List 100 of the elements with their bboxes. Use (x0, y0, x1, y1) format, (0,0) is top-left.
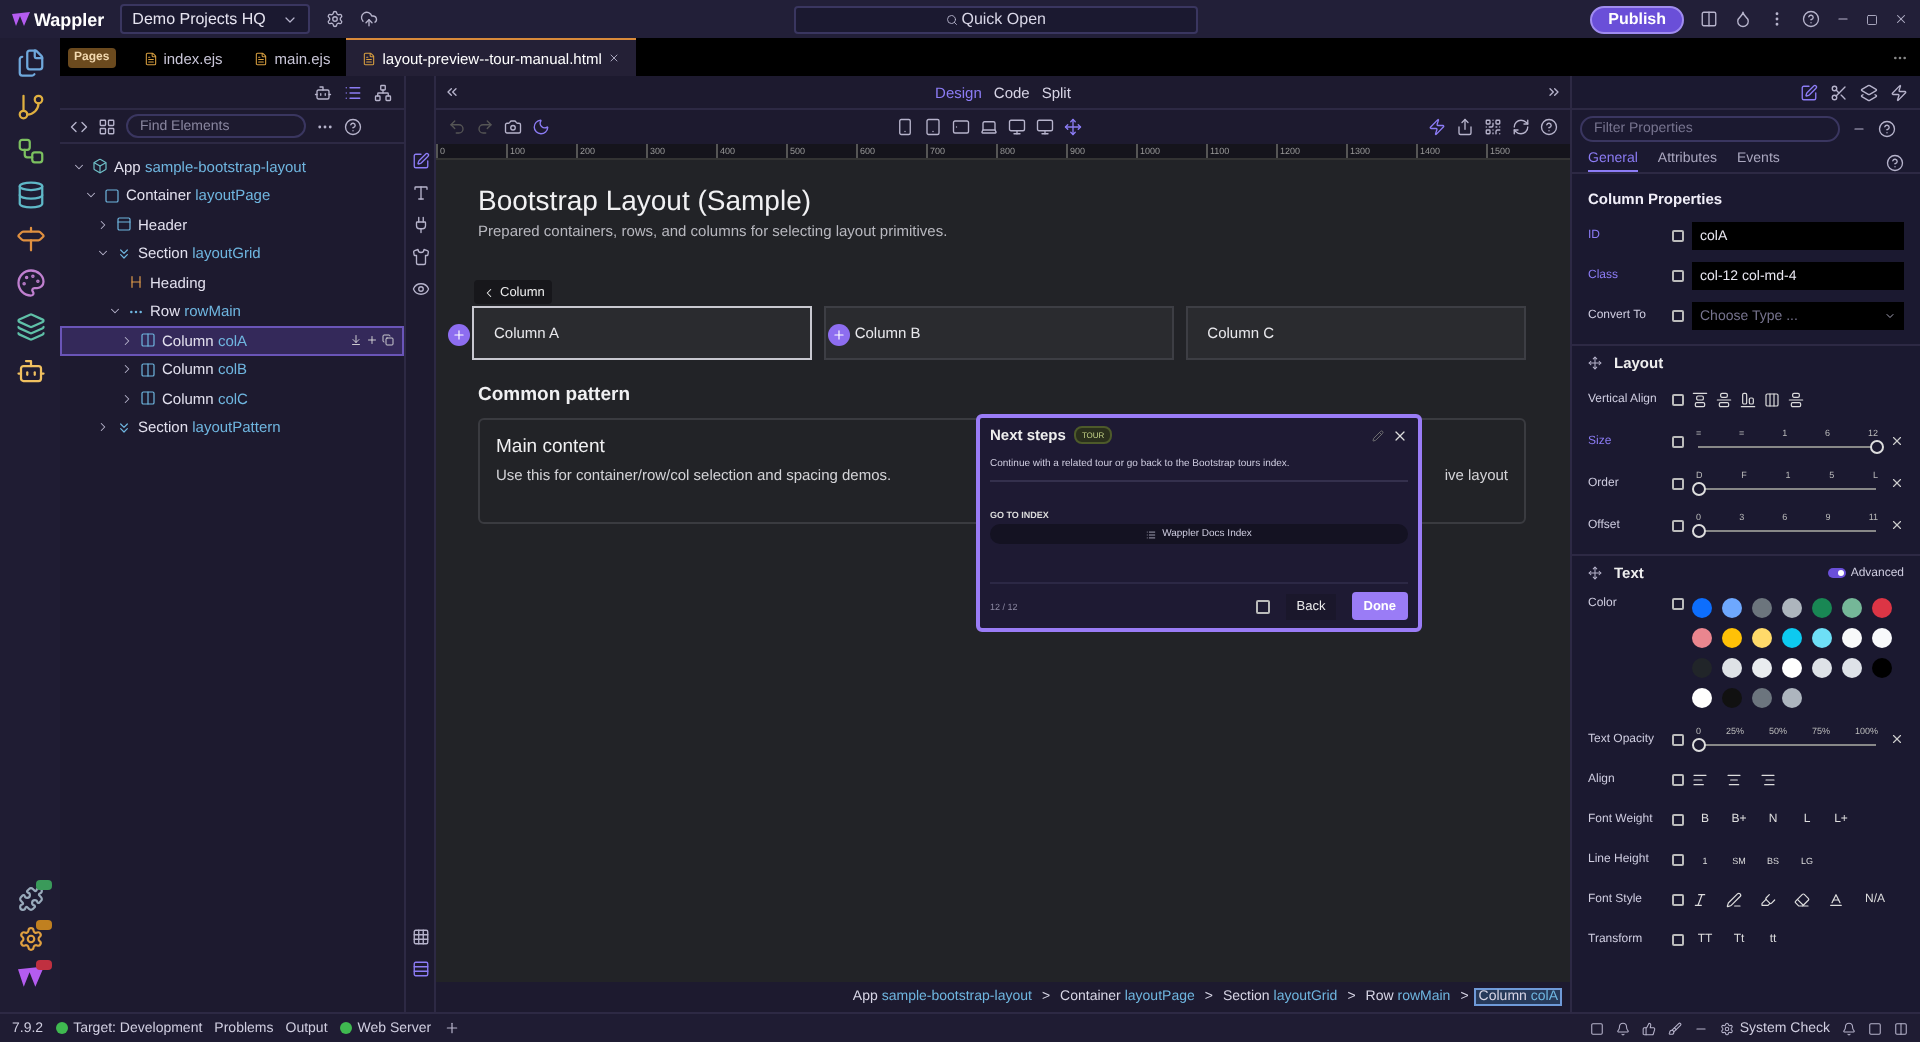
quick-open-field[interactable]: Quick Open (793, 5, 1198, 33)
color-swatch[interactable] (1752, 598, 1772, 618)
add-icon[interactable] (443, 1020, 460, 1036)
close-icon[interactable] (1894, 12, 1908, 26)
phone-icon[interactable] (896, 118, 914, 136)
help-icon[interactable] (1878, 119, 1896, 137)
copy-icon[interactable] (382, 334, 394, 347)
help-icon[interactable] (1802, 10, 1820, 28)
robot-icon[interactable] (15, 356, 45, 386)
help-icon[interactable] (344, 117, 362, 135)
layers-icon[interactable] (15, 312, 45, 342)
color-swatch[interactable] (1842, 658, 1862, 678)
slider-thumb[interactable] (1691, 737, 1705, 751)
color-swatch[interactable] (1812, 628, 1832, 648)
baseline-icon[interactable] (1788, 392, 1804, 408)
color-swatch[interactable] (1692, 598, 1712, 618)
camera-icon[interactable] (504, 118, 522, 136)
info-icon[interactable] (1672, 774, 1684, 786)
info-icon[interactable] (1672, 814, 1684, 826)
monitor-icon[interactable] (1008, 118, 1026, 136)
clear-icon[interactable] (1890, 518, 1904, 532)
code-icon[interactable] (70, 117, 88, 135)
info-icon[interactable] (1672, 733, 1684, 745)
close-icon[interactable] (607, 52, 620, 64)
cloud-upload-icon[interactable] (359, 10, 378, 28)
info-icon[interactable] (1672, 310, 1684, 322)
clear-icon[interactable] (1890, 732, 1904, 746)
bell-icon[interactable] (1615, 1021, 1630, 1035)
shirt-icon[interactable] (411, 248, 429, 266)
thumbs-up-icon[interactable] (1641, 1021, 1656, 1035)
eye-icon[interactable] (411, 280, 429, 298)
align-top-icon[interactable] (1692, 392, 1708, 408)
add-icon[interactable] (366, 334, 378, 347)
chevron-down-icon[interactable] (108, 304, 122, 319)
clear-icon[interactable] (1890, 476, 1904, 490)
align-bottom-icon[interactable] (1740, 392, 1756, 408)
color-swatch[interactable] (1752, 628, 1772, 648)
text-icon[interactable] (411, 184, 429, 202)
components-icon[interactable] (98, 117, 116, 135)
align-middle-icon[interactable] (1716, 392, 1732, 408)
palette-icon[interactable] (15, 268, 45, 298)
layout-icon[interactable] (1894, 1021, 1908, 1035)
info-icon[interactable] (1672, 230, 1684, 242)
stretch-icon[interactable] (1764, 392, 1780, 408)
help-icon[interactable] (1540, 118, 1558, 136)
info-icon[interactable] (1672, 270, 1684, 282)
info-icon[interactable] (1672, 934, 1684, 946)
color-swatch[interactable] (1722, 628, 1742, 648)
plug-icon[interactable] (411, 216, 429, 234)
color-swatch[interactable] (1812, 658, 1832, 678)
color-swatch[interactable] (1872, 598, 1892, 618)
robot-icon[interactable] (314, 83, 332, 101)
list-icon[interactable] (344, 83, 362, 101)
lightning-icon[interactable] (1890, 83, 1908, 101)
pencil-icon[interactable] (1372, 429, 1384, 441)
share-icon[interactable] (1456, 118, 1474, 136)
info-icon[interactable] (1672, 854, 1684, 866)
color-swatch[interactable] (1752, 688, 1772, 708)
wide-monitor-icon[interactable] (1036, 118, 1054, 136)
color-swatch[interactable] (1872, 658, 1892, 678)
add-icon[interactable] (448, 324, 470, 346)
chevron-right-icon[interactable] (96, 217, 110, 232)
color-swatch[interactable] (1782, 658, 1802, 678)
minimize-icon[interactable] (1836, 12, 1850, 26)
rows-icon[interactable] (411, 960, 429, 978)
settings-icon[interactable] (325, 10, 344, 28)
add-icon[interactable] (828, 324, 851, 346)
pages-icon[interactable] (15, 48, 45, 78)
refresh-icon[interactable] (1512, 118, 1530, 136)
grid-icon[interactable] (411, 928, 429, 946)
maximize-icon[interactable] (1866, 13, 1878, 25)
qr-code-icon[interactable] (1484, 118, 1502, 136)
color-swatch[interactable] (1722, 688, 1742, 708)
help-icon[interactable] (1886, 153, 1904, 171)
notifications-icon[interactable] (1842, 1021, 1856, 1035)
info-icon[interactable] (1672, 394, 1684, 406)
info-icon[interactable] (1672, 435, 1684, 447)
color-swatch[interactable] (1692, 628, 1712, 648)
edit-icon[interactable] (1800, 83, 1818, 101)
signpost-icon[interactable] (15, 224, 45, 254)
info-icon[interactable] (1672, 519, 1684, 531)
branch-icon[interactable] (15, 92, 45, 122)
info-icon[interactable] (1672, 477, 1684, 489)
checkbox[interactable] (1256, 599, 1271, 613)
slider-thumb[interactable] (1691, 523, 1705, 537)
collapse-left-icon[interactable] (444, 84, 460, 100)
droplet-icon[interactable] (1734, 10, 1752, 28)
hierarchy-icon[interactable] (374, 83, 392, 101)
info-icon[interactable] (1672, 894, 1684, 906)
brush-icon[interactable] (1667, 1021, 1682, 1035)
color-swatch[interactable] (1782, 628, 1802, 648)
color-swatch[interactable] (1842, 598, 1862, 618)
publish-button[interactable]: Publish (1590, 5, 1684, 33)
clear-icon[interactable] (1890, 434, 1904, 448)
color-swatch[interactable] (1782, 598, 1802, 618)
tablet-icon[interactable] (924, 118, 942, 136)
color-swatch[interactable] (1722, 658, 1742, 678)
chevron-down-icon[interactable] (96, 246, 110, 261)
color-swatch[interactable] (1872, 628, 1892, 648)
slider-thumb[interactable] (1691, 481, 1705, 495)
